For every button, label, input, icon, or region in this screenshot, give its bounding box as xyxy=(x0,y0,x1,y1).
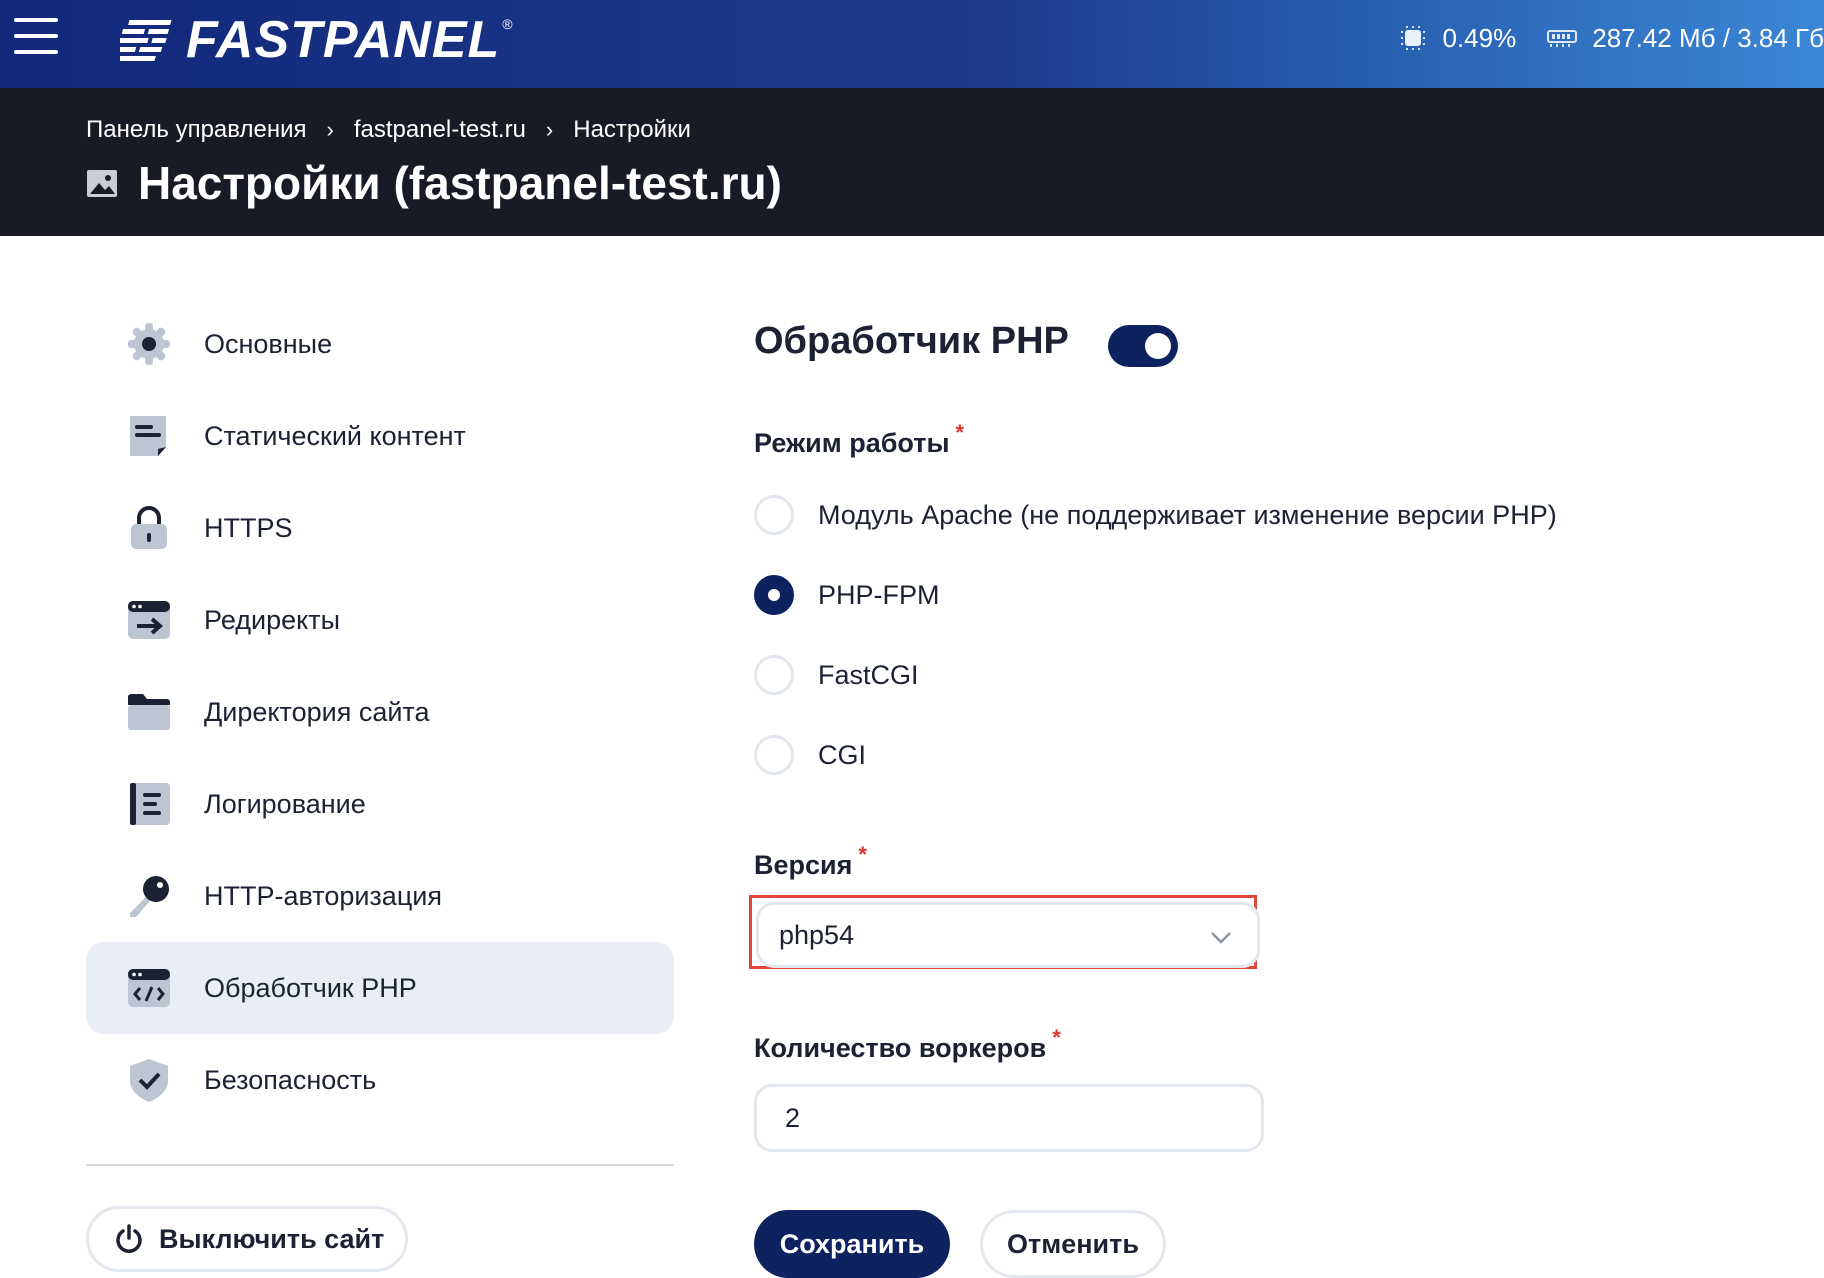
disable-site-button[interactable]: Выключить сайт xyxy=(86,1206,408,1272)
breadcrumb-item[interactable]: fastpanel-test.ru xyxy=(354,116,526,144)
key-icon xyxy=(124,871,174,921)
breadcrumb: Панель управления › fastpanel-test.ru › … xyxy=(86,116,691,144)
php-version-select[interactable]: php54 xyxy=(756,902,1260,968)
cancel-button[interactable]: Отменить xyxy=(980,1210,1166,1278)
radio-label: CGI xyxy=(818,739,867,770)
radio-label: FastCGI xyxy=(818,659,919,690)
cpu-stat: 0.49% xyxy=(1397,22,1517,54)
chevron-right-icon: › xyxy=(326,117,334,142)
image-icon xyxy=(87,170,117,197)
mode-label-text: Режим работы xyxy=(754,428,950,458)
code-icon xyxy=(124,963,174,1013)
gear-icon xyxy=(124,319,174,369)
sidebar-item-https[interactable]: HTTPS xyxy=(86,482,674,574)
settings-sidebar: Основные Статический контент HTTPS Редир… xyxy=(86,298,674,1126)
memory-value: 287.42 Мб / 3.84 Гб xyxy=(1592,22,1824,53)
top-bar: FASTPANEL ® 0.49% 287.42 Мб / 3.84 Гб xyxy=(0,0,1824,88)
sidebar-item-logging[interactable]: Логирование xyxy=(86,758,674,850)
radio-cgi[interactable]: CGI xyxy=(754,735,866,775)
sidebar-item-label: Основные xyxy=(204,328,333,359)
required-mark: * xyxy=(1052,1025,1061,1050)
chevron-down-icon xyxy=(1211,932,1231,944)
logo[interactable]: FASTPANEL ® xyxy=(120,11,513,69)
sidebar-item-label: HTTP-авторизация xyxy=(204,880,442,911)
memory-stat: 287.42 Мб / 3.84 Гб xyxy=(1546,23,1824,54)
sidebar-item-label: Редиректы xyxy=(204,604,341,635)
breadcrumb-item: Настройки xyxy=(573,116,691,143)
sidebar-item-security[interactable]: Безопасность xyxy=(86,1034,674,1126)
cpu-value: 0.49% xyxy=(1442,22,1517,53)
power-icon xyxy=(116,1224,142,1253)
logo-mark-icon xyxy=(120,20,172,61)
cpu-icon xyxy=(1400,26,1425,50)
required-mark: * xyxy=(955,420,965,445)
sidebar-item-label: Логирование xyxy=(204,788,366,819)
php-handler-toggle[interactable] xyxy=(1108,325,1178,367)
logo-registered-mark: ® xyxy=(502,16,513,32)
radio-button[interactable] xyxy=(754,575,794,615)
sidebar-item-general[interactable]: Основные xyxy=(86,298,674,390)
memory-icon xyxy=(1547,30,1578,47)
folder-icon xyxy=(124,687,174,737)
radio-label: Модуль Apache (не поддерживает изменение… xyxy=(818,499,1557,530)
sidebar-divider xyxy=(86,1164,674,1166)
radio-fastcgi[interactable]: FastCGI xyxy=(754,655,919,695)
sidebar-item-label: Обработчик PHP xyxy=(204,972,417,1003)
mode-label: Режим работы * xyxy=(754,420,964,459)
sidebar-item-http-auth[interactable]: HTTP-авторизация xyxy=(86,850,674,942)
disable-site-label: Выключить сайт xyxy=(159,1223,385,1254)
menu-icon[interactable] xyxy=(14,16,60,58)
sidebar-item-label: Статический контент xyxy=(204,420,466,451)
log-icon xyxy=(124,779,174,829)
version-label: Версия * xyxy=(754,842,867,881)
toggle-knob xyxy=(1145,333,1171,359)
page-title: Настройки (fastpanel-test.ru) xyxy=(138,157,782,209)
sidebar-item-redirects[interactable]: Редиректы xyxy=(86,574,674,666)
workers-input[interactable] xyxy=(754,1084,1264,1152)
breadcrumb-item[interactable]: Панель управления xyxy=(86,116,306,144)
sidebar-item-php-handler[interactable]: Обработчик PHP xyxy=(86,942,674,1034)
lock-icon xyxy=(124,503,174,553)
document-icon xyxy=(124,411,174,461)
radio-apache-module[interactable]: Модуль Apache (не поддерживает изменение… xyxy=(754,495,1557,535)
chevron-right-icon: › xyxy=(545,117,554,142)
radio-button[interactable] xyxy=(754,655,794,695)
server-stats: 0.49% 287.42 Мб / 3.84 Гб xyxy=(1367,0,1824,76)
page-title-row: Настройки (fastpanel-test.ru) xyxy=(86,156,782,210)
section-title: Обработчик PHP xyxy=(754,320,1069,362)
sidebar-item-site-directory[interactable]: Директория сайта xyxy=(86,666,674,758)
logo-text: FASTPANEL xyxy=(186,11,501,69)
sidebar-item-static-content[interactable]: Статический контент xyxy=(86,390,674,482)
selected-version: php54 xyxy=(779,919,855,950)
radio-button[interactable] xyxy=(754,735,794,775)
redirect-icon xyxy=(124,595,174,645)
radio-button[interactable] xyxy=(754,495,794,535)
radio-label: PHP-FPM xyxy=(818,579,940,610)
radio-php-fpm[interactable]: PHP-FPM xyxy=(754,575,940,615)
sidebar-item-label: Директория сайта xyxy=(204,696,430,727)
workers-label-text: Количество воркеров xyxy=(754,1033,1047,1063)
sidebar-item-label: Безопасность xyxy=(204,1064,377,1095)
save-button[interactable]: Сохранить xyxy=(754,1210,950,1278)
shield-icon xyxy=(124,1055,174,1105)
sidebar-item-label: HTTPS xyxy=(204,512,293,543)
version-label-text: Версия xyxy=(754,850,853,880)
workers-label: Количество воркеров * xyxy=(754,1025,1061,1064)
required-mark: * xyxy=(858,842,867,867)
